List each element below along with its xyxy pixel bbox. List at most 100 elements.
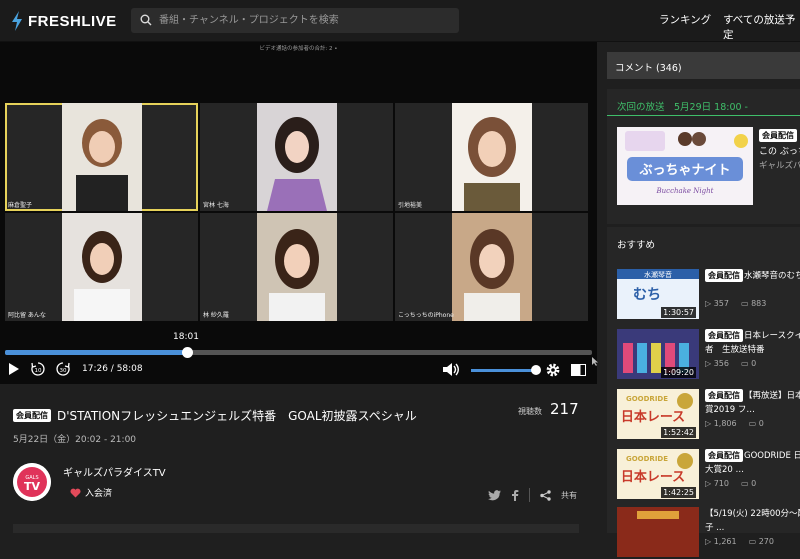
- comments-value: 0: [751, 359, 757, 368]
- cursor-icon: [592, 357, 598, 366]
- bolt-icon: [12, 11, 22, 31]
- member-badge: 会員配信: [705, 329, 743, 342]
- list-item[interactable]: 水瀬琴音 むち 1:30:57 会員配信 水瀬琴音のむち ▷ 357 ▭ 883: [617, 269, 800, 321]
- facebook-icon[interactable]: [511, 489, 519, 501]
- svg-text:むち: むち: [633, 287, 661, 303]
- nav-schedule[interactable]: すべての放送予定: [723, 12, 800, 42]
- volume-handle[interactable]: [530, 365, 541, 375]
- program-title-row: 会員配信 D'STATIONフレッシュエンジェルズ特番 GOAL初披露スペシャル: [13, 407, 417, 424]
- rewind-10-icon[interactable]: 10: [30, 361, 46, 377]
- joined-button[interactable]: 入会済: [70, 486, 112, 499]
- seek-handle[interactable]: [181, 347, 193, 358]
- video-title[interactable]: 【5/19(火) 22時00分～配信: [705, 507, 800, 519]
- participant-tile: 引地裕美: [395, 103, 588, 211]
- views-value: 357: [713, 299, 729, 308]
- search-icon: [140, 14, 152, 26]
- next-broadcast-card[interactable]: 次回の放送 5月29日 18:00 - ぶっちゃナイト Bucchake Nigh…: [607, 89, 800, 224]
- next-broadcast-heading: 次回の放送 5月29日 18:00 -: [617, 102, 748, 113]
- video-title-line2[interactable]: 賞2019 フ…: [705, 403, 755, 415]
- seek-tooltip: 18:01: [173, 332, 199, 342]
- participant-tile: 林 紗久羅: [200, 213, 393, 321]
- share-icon[interactable]: [540, 489, 551, 501]
- comments-tab[interactable]: コメント (346): [607, 52, 800, 79]
- video-title[interactable]: 【再放送】日本: [744, 389, 800, 401]
- divider: [607, 115, 800, 116]
- member-badge: 会員配信: [13, 409, 51, 422]
- video-stats: ▷ 1,806 ▭ 0: [705, 419, 764, 428]
- member-badge: 会員配信: [759, 129, 797, 142]
- comments-stat: ▭ 0: [740, 359, 757, 368]
- participant-image: [452, 213, 532, 321]
- svg-text:30: 30: [60, 368, 67, 374]
- participant-image: [452, 103, 532, 211]
- volume-slider[interactable]: [471, 365, 541, 375]
- svg-text:ぶっちゃナイト: ぶっちゃナイト: [638, 163, 730, 178]
- recommend-heading: おすすめ: [617, 240, 656, 251]
- svg-text:GOODRIDE: GOODRIDE: [626, 395, 668, 403]
- description-box: [13, 524, 579, 533]
- list-item[interactable]: 1:09:20 会員配信 日本レースクイ 者 生放送特番 ▷ 356 ▭ 0: [617, 329, 800, 381]
- channel-avatar[interactable]: GALSTV: [13, 463, 51, 501]
- views-stat: ▷ 1,806: [705, 419, 737, 428]
- participant-image: [257, 103, 337, 211]
- video-duration: 1:09:20: [661, 367, 696, 378]
- forward-30-icon[interactable]: 30: [55, 361, 71, 377]
- video-stats: ▷ 356 ▭ 0: [705, 359, 756, 368]
- list-item[interactable]: GOODRIDE 日本レース 1:52:42 会員配信 【再放送】日本 賞2019…: [617, 389, 800, 441]
- list-item[interactable]: 【5/19(火) 22時00分～配信 子 ... ▷ 1,261 ▭ 270: [617, 507, 800, 559]
- video-title[interactable]: 日本レースクイ: [744, 329, 800, 341]
- participant-tile: 阿比留 あんな: [5, 213, 198, 321]
- video-thumbnail[interactable]: [617, 507, 699, 557]
- video-title[interactable]: GOODRIDE 日本: [744, 449, 800, 461]
- video-stats: ▷ 357 ▭ 883: [705, 299, 766, 308]
- video-title-line2[interactable]: 者 生放送特番: [705, 343, 765, 355]
- participant-image: [62, 213, 142, 321]
- comments-value: 270: [758, 537, 774, 546]
- views-label: 視聴数: [518, 407, 542, 416]
- svg-text:Bucchake Night: Bucchake Night: [656, 187, 714, 195]
- list-item[interactable]: GOODRIDE 日本レース 1:42:25 会員配信 GOODRIDE 日本 大…: [617, 449, 800, 501]
- search-input[interactable]: [159, 11, 449, 30]
- comments-stat: ▭ 270: [748, 537, 774, 546]
- seek-progress: [5, 350, 187, 355]
- play-icon[interactable]: [8, 362, 20, 376]
- participant-name: 引地裕美: [398, 202, 423, 209]
- volume-icon[interactable]: [442, 362, 460, 377]
- comments-label: コメント (346): [615, 63, 682, 74]
- channel-name[interactable]: ギャルズパラダイスTV: [63, 464, 166, 479]
- comments-value: 0: [751, 479, 757, 488]
- member-badge: 会員配信: [705, 269, 743, 282]
- participant-image: [62, 103, 142, 211]
- seek-bar[interactable]: [5, 347, 592, 358]
- call-participant-note: ビデオ通話の参加者の合計: 2 •: [259, 46, 338, 52]
- nav-ranking[interactable]: ランキング: [659, 12, 711, 27]
- participant-name: 林 紗久羅: [203, 312, 229, 319]
- participant-tile: こっちっちのiPhone: [395, 213, 588, 321]
- twitter-icon[interactable]: [488, 489, 501, 501]
- comments-stat: ▭ 883: [740, 299, 767, 308]
- svg-text:日本レース: 日本レース: [621, 469, 685, 485]
- sidebar: コメント (346) 次回の放送 5月29日 18:00 - ぶっちゃナイト Bu…: [607, 52, 800, 557]
- volume-level: [471, 365, 541, 375]
- views-value: 356: [713, 359, 729, 368]
- participant-image: [257, 213, 337, 321]
- svg-text:10: 10: [35, 368, 42, 374]
- video-title-line2[interactable]: 大賞20 …: [705, 463, 744, 475]
- search-box[interactable]: [131, 8, 459, 33]
- site-logo[interactable]: FRESHLIVE: [10, 11, 117, 31]
- next-broadcast-channel[interactable]: ギャルズパ…: [759, 159, 800, 171]
- theater-mode-icon[interactable]: [571, 364, 586, 376]
- video-duration: 1:42:25: [661, 487, 696, 498]
- next-broadcast-thumbnail[interactable]: ぶっちゃナイト Bucchake Night: [617, 127, 753, 205]
- video-title[interactable]: 水瀬琴音のむち: [744, 269, 800, 281]
- share-label[interactable]: 共有: [561, 490, 577, 501]
- heart-icon: [70, 488, 81, 497]
- participant-name: 阿比留 あんな: [8, 312, 46, 319]
- video-title-line2[interactable]: 子 ...: [705, 521, 724, 533]
- svg-text:水瀬琴音: 水瀬琴音: [644, 270, 672, 279]
- next-broadcast-title[interactable]: この ぶっち…: [759, 144, 800, 157]
- video-stats: ▷ 1,261 ▭ 270: [705, 537, 774, 546]
- views-value: 1,806: [713, 419, 737, 428]
- top-header: FRESHLIVE ランキング すべての放送予定: [0, 0, 800, 42]
- gear-icon[interactable]: [545, 362, 561, 378]
